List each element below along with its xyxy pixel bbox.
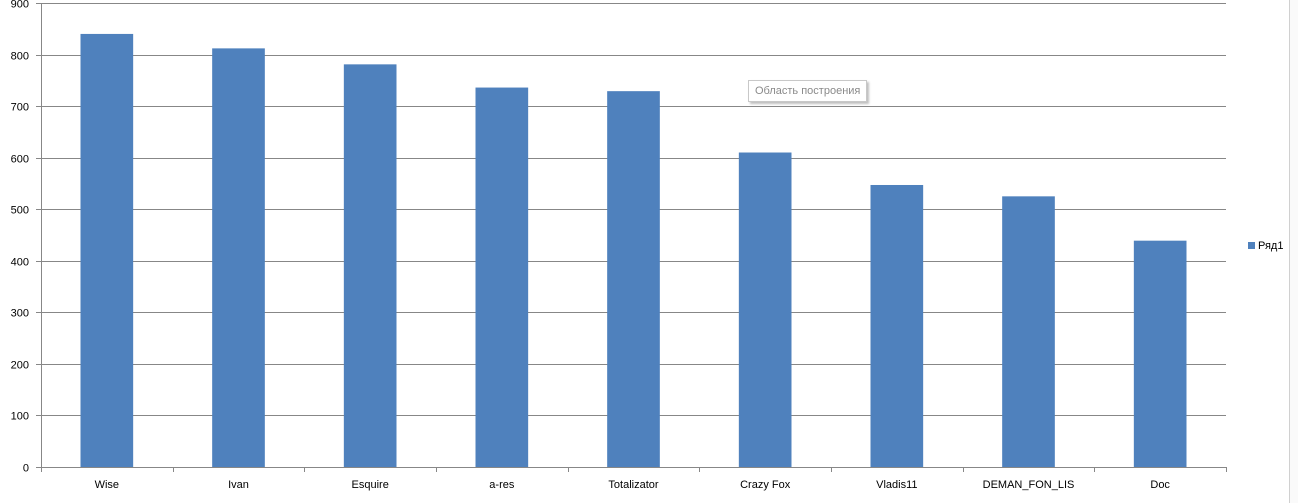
bar-ivan[interactable] (212, 48, 265, 467)
y-tick-label: 700 (11, 102, 29, 114)
x-axis-tick-labels: Wise Ivan Esquire a-res Totalizator Crazy Fox… (95, 479, 1171, 491)
legend: Ряд1 (1248, 240, 1283, 252)
y-tick-label: 300 (11, 308, 29, 320)
y-axis-tick-labels: 0 100 200 300 400 500 600 700 800 900 (11, 0, 29, 475)
y-tick-label: 0 (23, 463, 29, 475)
x-tick-label: Ivan (228, 479, 249, 491)
y-tick-label: 100 (11, 411, 29, 423)
plot-area-tooltip: Область построения (748, 80, 868, 102)
bar-doc[interactable] (1133, 240, 1187, 467)
bar-wise[interactable] (80, 33, 134, 467)
x-tick-label: a-res (489, 479, 515, 491)
legend-swatch (1248, 242, 1255, 249)
x-tick-label: Crazy Fox (740, 479, 791, 491)
window-edge (1289, 0, 1298, 503)
x-tick-label: Esquire (352, 479, 389, 491)
x-tick-label: Totalizator (608, 479, 658, 491)
bar-esquire[interactable] (343, 64, 397, 468)
y-tick-label: 800 (11, 51, 29, 63)
bar-series (80, 33, 1187, 468)
bar-chart[interactable]: 0 100 200 300 400 500 600 700 800 900 Wise Ivan Esq… (0, 0, 1298, 503)
y-tick-label: 900 (11, 0, 29, 11)
bar-a-res[interactable] (475, 87, 529, 467)
y-tick-label: 400 (11, 257, 29, 269)
x-tick-label: Wise (95, 479, 119, 491)
legend-label: Ряд1 (1258, 240, 1283, 252)
bar-crazy-fox[interactable] (738, 152, 792, 467)
y-tick-label: 600 (11, 154, 29, 166)
bar-vladis11[interactable] (870, 184, 924, 468)
chart-frame: 0 100 200 300 400 500 600 700 800 900 Wise Ivan Esq… (0, 0, 1298, 503)
bar-deman-fon-lis[interactable] (1002, 196, 1055, 468)
bar-totalizator[interactable] (607, 91, 660, 467)
x-tick-label: Vladis11 (876, 479, 917, 491)
x-tick-label: DEMAN_FON_LIS (983, 479, 1075, 491)
x-tick-label: Doc (1150, 479, 1170, 491)
y-tick-label: 500 (11, 205, 29, 217)
y-tick-label: 200 (11, 360, 29, 372)
